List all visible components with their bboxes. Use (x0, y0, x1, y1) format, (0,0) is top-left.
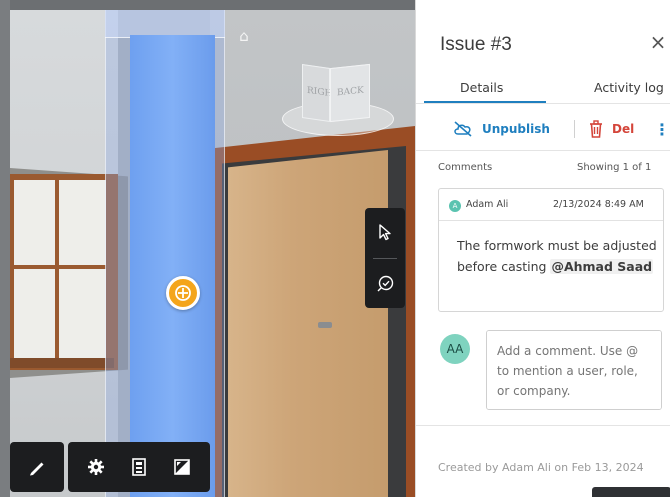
viewer-toolbar (68, 442, 210, 492)
selected-column[interactable] (130, 35, 215, 497)
viewport-top-edge (0, 0, 415, 10)
select-pointer-icon (379, 224, 391, 241)
comment-input[interactable] (486, 330, 662, 410)
corner-action-button[interactable] (592, 487, 670, 497)
issue-check-icon (377, 275, 394, 292)
comment-header: A Adam Ali 2/13/2024 8:49 AM (439, 189, 663, 221)
model-browser-button[interactable] (123, 451, 155, 483)
unpublish-icon (454, 121, 472, 137)
fullscreen-button[interactable] (166, 451, 198, 483)
created-by-text: Created by Adam Ali on Feb 13, 2024 (438, 461, 644, 474)
markup-button[interactable] (21, 451, 53, 483)
settings-button[interactable] (80, 451, 112, 483)
delete-label: Del (612, 122, 635, 136)
viewport-left-edge (0, 0, 10, 497)
column-bounding-box-top (105, 10, 225, 38)
model-viewport[interactable]: ⌂ RIGHT BACK (0, 0, 415, 497)
view-cube[interactable]: RIGHT BACK (282, 60, 394, 136)
footer-divider (416, 425, 670, 426)
window-mullion-horizontal (14, 265, 106, 269)
comment-text: The formwork must be adjusted before cas… (457, 235, 657, 277)
panel-title: Issue #3 (440, 34, 512, 55)
author-avatar: A (449, 200, 461, 212)
door-handle (318, 322, 332, 328)
comment-card: A Adam Ali 2/13/2024 8:49 AM The formwor… (438, 188, 664, 312)
tab-details[interactable]: Details (460, 80, 503, 95)
tab-activity-log[interactable]: Activity log (594, 80, 664, 95)
comment-timestamp: 2/13/2024 8:49 AM (553, 199, 644, 210)
markup-pen-icon (30, 462, 44, 476)
more-options-icon[interactable]: ⋮ (654, 120, 670, 140)
delete-button[interactable]: Del (588, 118, 634, 140)
actions-separator (574, 120, 575, 138)
window-sill (10, 358, 114, 368)
window-glass (14, 180, 106, 358)
model-browser-icon (132, 458, 146, 476)
actions-divider (416, 150, 670, 151)
side-toolbar (365, 208, 405, 308)
issue-panel: Issue #3 × Details Activity log Unpublis… (415, 0, 670, 497)
door (228, 150, 388, 497)
unpublish-button[interactable]: Unpublish (452, 118, 550, 140)
fullscreen-icon (174, 459, 191, 475)
tabs-divider (416, 103, 670, 104)
crosshair-icon (175, 285, 191, 301)
window-mullion-vertical (55, 180, 59, 358)
view-cube-face-back[interactable]: BACK (330, 63, 370, 123)
comments-count: Showing 1 of 1 (577, 162, 652, 173)
issue-pin[interactable] (166, 276, 200, 310)
current-user-avatar: AA (440, 334, 470, 364)
issue-actions: Unpublish Del ⋮ (416, 112, 670, 146)
issue-tool-button[interactable] (365, 260, 405, 308)
close-icon[interactable]: × (648, 32, 668, 52)
settings-icon (87, 459, 104, 475)
view-cube-face-right[interactable]: RIGHT (302, 64, 338, 122)
view-cube-label-back: BACK (337, 85, 364, 99)
comment-author: Adam Ali (466, 199, 509, 210)
markup-toolbar (10, 442, 64, 492)
side-toolbar-separator (373, 258, 397, 259)
comments-label: Comments (438, 162, 493, 173)
trash-icon (590, 120, 602, 138)
home-icon[interactable]: ⌂ (236, 28, 252, 44)
select-tool-button[interactable] (365, 208, 405, 256)
comment-mention[interactable]: @Ahmad Saad (550, 259, 654, 274)
unpublish-label: Unpublish (482, 122, 550, 136)
